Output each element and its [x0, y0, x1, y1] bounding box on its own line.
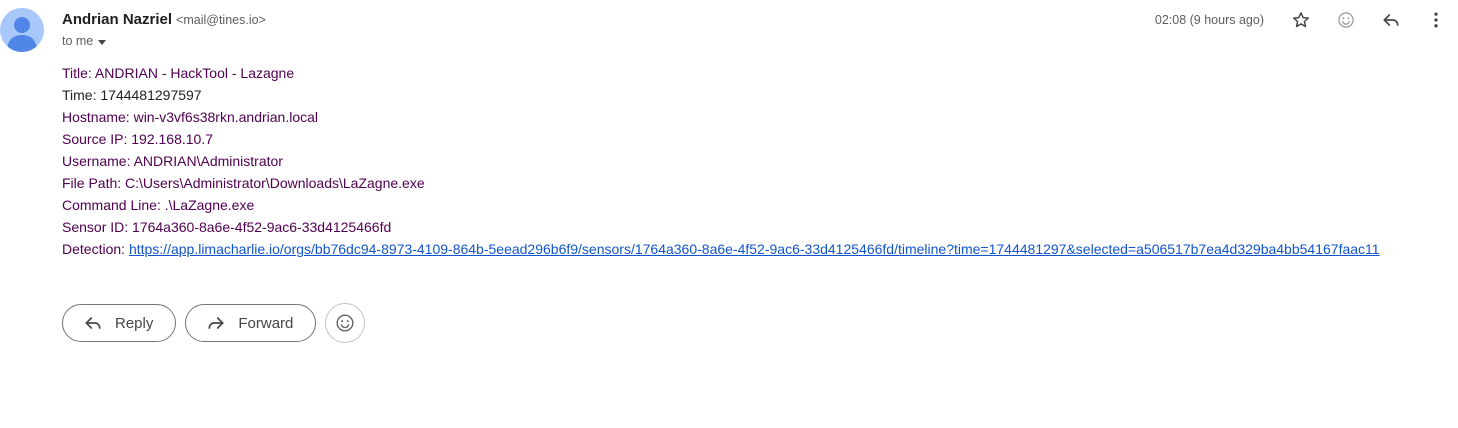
reply-pill-button[interactable]: Reply	[62, 304, 177, 342]
alert-file-path: File Path: C:\Users\Administrator\Downlo…	[62, 175, 425, 191]
alert-title: Title: ANDRIAN - HackTool - Lazagne	[62, 65, 295, 81]
message-header-actions: 02:08 (9 hours ago)	[1155, 8, 1458, 32]
reply-label: Reply	[115, 314, 154, 332]
alert-sensor-id: Sensor ID: 1764a360-8a6e-4f52-9ac6-33d41…	[62, 219, 392, 235]
more-options-button[interactable]	[1413, 8, 1458, 32]
email-message: Andrian Nazriel <mail@tines.io> to me 02:…	[0, 0, 1458, 428]
alert-username: Username: ANDRIAN\Administrator	[62, 153, 283, 169]
forward-pill-button[interactable]: Forward	[185, 304, 317, 342]
timestamp: 02:08 (9 hours ago)	[1154, 13, 1264, 27]
emoji-icon	[336, 314, 354, 332]
detection-label: Detection:	[62, 241, 129, 257]
sender-line: Andrian Nazriel <mail@tines.io>	[62, 10, 266, 30]
recipient-details-toggle[interactable]: to me	[62, 32, 107, 50]
alert-time: Time: 1744481297597	[62, 87, 202, 103]
emoji-icon	[1337, 12, 1354, 28]
forward-icon	[208, 317, 224, 329]
add-reaction-round-button[interactable]	[325, 303, 366, 343]
alert-command-line: Command Line: .\LaZagne.exe	[62, 197, 255, 213]
reply-icon	[85, 317, 101, 329]
reply-icon	[1383, 14, 1398, 26]
star-button[interactable]	[1278, 8, 1323, 32]
forward-label: Forward	[238, 314, 294, 332]
reply-actions: Reply Forward	[62, 303, 366, 343]
message-body: Title: ANDRIAN - HackTool - Lazagne Time…	[62, 62, 1380, 260]
caret-down-icon	[98, 39, 107, 45]
reply-button[interactable]	[1368, 8, 1413, 32]
add-reaction-button[interactable]	[1323, 8, 1368, 32]
alert-hostname: Hostname: win-v3vf6s38rkn.andrian.local	[62, 109, 319, 125]
more-vert-icon	[1433, 12, 1438, 28]
sender-email: <mail@tines.io>	[176, 13, 266, 27]
alert-detection: Detection: https://app.limacharlie.io/or…	[62, 238, 1380, 260]
star-icon	[1292, 12, 1309, 28]
detection-link[interactable]: https://app.limacharlie.io/orgs/bb76dc94…	[129, 241, 1380, 257]
person-icon	[7, 17, 37, 52]
recipient-label: to me	[62, 34, 94, 48]
avatar[interactable]	[0, 8, 44, 52]
alert-source-ip: Source IP: 192.168.10.7	[62, 131, 213, 147]
sender-name[interactable]: Andrian Nazriel	[62, 11, 172, 28]
